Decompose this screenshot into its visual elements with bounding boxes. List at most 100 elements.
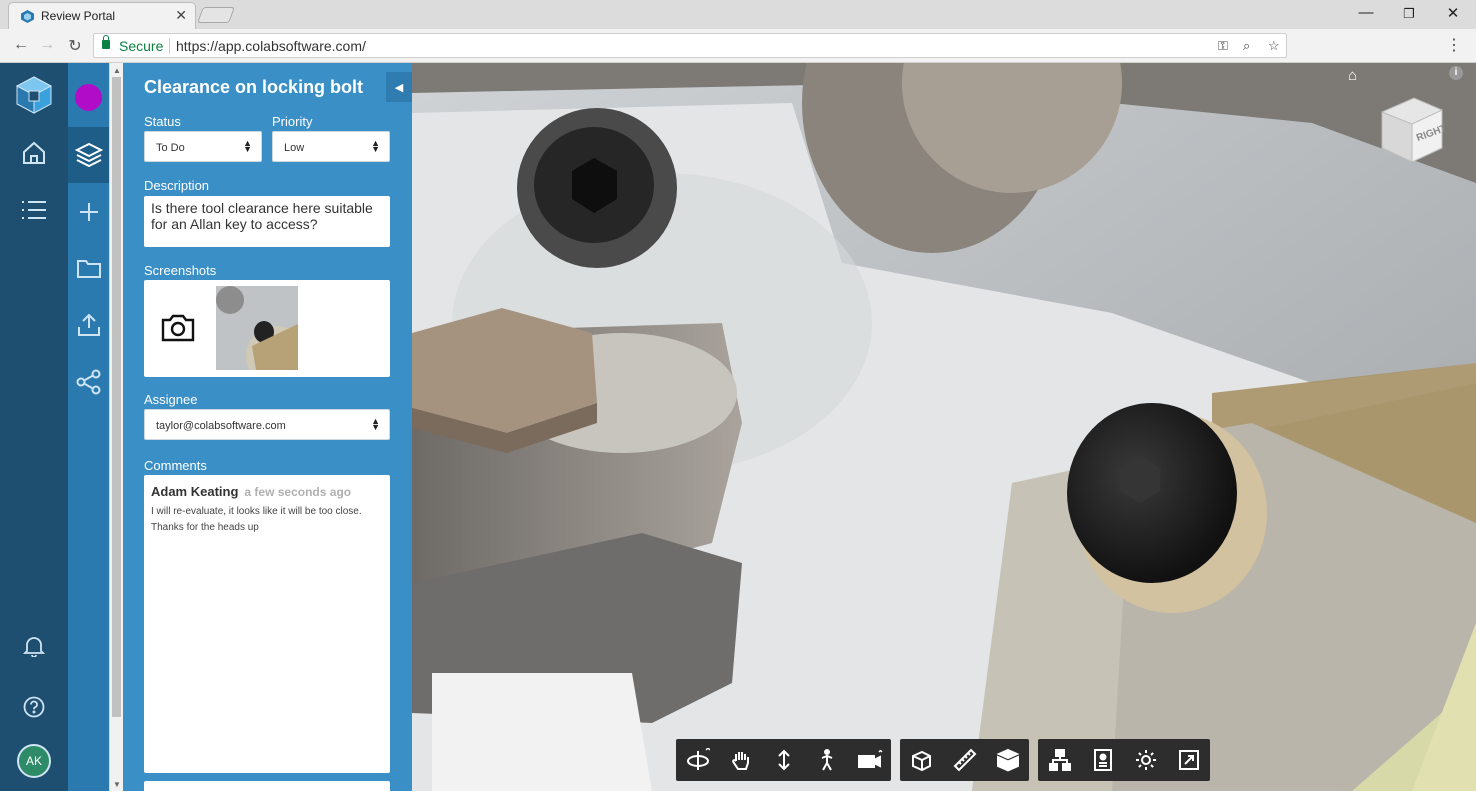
layers-icon[interactable]: [68, 127, 109, 183]
upload-icon[interactable]: [68, 297, 109, 353]
section-cube-icon: [911, 750, 931, 772]
issue-panel: Clearance on locking bolt ◀ Status To Do…: [123, 63, 412, 801]
secure-label: Secure: [119, 38, 164, 54]
select-arrows-icon: ▲ ▼: [371, 416, 380, 432]
add-icon[interactable]: [68, 184, 109, 240]
comments-box: Adam Keating a few seconds ago I will re-…: [144, 475, 390, 773]
hand-icon: [731, 752, 749, 770]
fullscreen-button[interactable]: [1167, 739, 1210, 781]
zoom-arrows-icon: [777, 749, 790, 771]
comments-label: Comments: [144, 458, 207, 473]
properties-button[interactable]: [1081, 739, 1124, 781]
divider: [169, 38, 170, 54]
comment-item: Adam Keating a few seconds ago I will re-…: [151, 483, 383, 536]
section-tool-button[interactable]: [900, 739, 943, 781]
forward-icon[interactable]: →: [37, 36, 57, 54]
help-icon[interactable]: [0, 679, 68, 735]
close-tab-icon[interactable]: ✕: [175, 7, 187, 24]
walk-tool-button[interactable]: [805, 739, 848, 781]
back-icon[interactable]: ←: [11, 36, 31, 54]
project-color-dot[interactable]: [68, 69, 109, 125]
select-arrows-icon: ▲ ▼: [243, 138, 252, 154]
orbit-tool-button[interactable]: [676, 739, 719, 781]
bookmark-star-icon[interactable]: ☆: [1268, 38, 1280, 54]
bell-icon[interactable]: [0, 618, 68, 674]
fullscreen-icon: [1178, 750, 1199, 770]
secondary-rail: [68, 63, 109, 791]
gear-icon: [1135, 750, 1156, 770]
tab-title: Review Portal: [41, 9, 116, 23]
browser-tab[interactable]: Review Portal ✕: [8, 2, 196, 29]
explode-tool-button[interactable]: [986, 739, 1029, 781]
panel-scrollbar[interactable]: ▲ ▼: [109, 63, 123, 791]
model-toolbar: [900, 739, 1029, 781]
primary-rail: AK: [0, 63, 68, 791]
home-view-icon[interactable]: ⌂: [1348, 67, 1357, 84]
scroll-up-icon[interactable]: ▲: [113, 66, 121, 75]
zoom-tool-button[interactable]: [762, 739, 805, 781]
priority-value: Low: [284, 142, 305, 154]
scroll-down-icon[interactable]: ▼: [113, 780, 121, 789]
user-avatar[interactable]: AK: [0, 733, 68, 789]
model-browser-button[interactable]: [1038, 739, 1081, 781]
description-field[interactable]: Is there tool clearance here suitable fo…: [144, 196, 390, 247]
assignee-select[interactable]: taylor@colabsoftware.com ▲ ▼: [144, 409, 390, 440]
comment-input[interactable]: [144, 781, 390, 801]
avatar-initials: AK: [17, 744, 51, 778]
pan-tool-button[interactable]: [719, 739, 762, 781]
status-select[interactable]: To Do ▲ ▼: [144, 131, 262, 162]
scroll-thumb[interactable]: [112, 77, 121, 717]
status-label: Status: [144, 114, 181, 129]
browser-toolbar: ← → ↻ Secure https://app.colabsoftware.c…: [0, 29, 1476, 63]
properties-icon: [1093, 749, 1112, 771]
camera-icon[interactable]: [160, 313, 196, 343]
settings-button[interactable]: [1124, 739, 1167, 781]
explode-icon: [996, 748, 1019, 772]
person-icon: [821, 749, 832, 771]
tab-strip: Review Portal ✕ — ❐ ✕: [0, 0, 1476, 29]
settings-toolbar: [1038, 739, 1210, 781]
description-label: Description: [144, 178, 210, 193]
comment-text: I will re-evaluate, it looks like it wil…: [151, 506, 362, 533]
comment-time: a few seconds ago: [244, 485, 352, 499]
navigation-toolbar: [676, 739, 891, 781]
zoom-icon[interactable]: ⌕: [1243, 38, 1250, 54]
reload-icon[interactable]: ↻: [65, 36, 85, 56]
camera-tool-button[interactable]: [848, 739, 891, 781]
3d-viewport[interactable]: ⌂ i RIGHT: [412, 63, 1476, 791]
folder-icon[interactable]: [68, 240, 109, 296]
restore-icon[interactable]: ❐: [1389, 6, 1429, 22]
browser-menu-icon[interactable]: ⋮: [1446, 35, 1462, 55]
colab-logo-icon[interactable]: [0, 67, 68, 123]
collapse-panel-button[interactable]: ◀: [386, 72, 412, 102]
screenshots-box: [144, 280, 390, 377]
select-arrows-icon: ▲ ▼: [371, 138, 380, 154]
screenshot-image: [216, 286, 298, 370]
lock-icon: [102, 35, 110, 49]
url-host: app.colabsoftware.com/: [218, 38, 366, 54]
cad-model-render: [412, 63, 1476, 791]
priority-select[interactable]: Low ▲ ▼: [272, 131, 390, 162]
new-tab-button[interactable]: [197, 7, 235, 23]
colab-favicon-icon: [21, 10, 34, 23]
info-icon[interactable]: i: [1449, 66, 1463, 80]
close-window-icon[interactable]: ✕: [1433, 4, 1473, 22]
key-icon[interactable]: ⚿: [1218, 38, 1228, 54]
status-value: To Do: [156, 142, 185, 154]
view-cube[interactable]: RIGHT: [1380, 96, 1448, 164]
video-camera-icon: [857, 750, 883, 768]
minimize-icon[interactable]: —: [1346, 4, 1386, 21]
browser-chrome: Review Portal ✕ — ❐ ✕ ← → ↻ Secure https…: [0, 0, 1476, 63]
issue-title[interactable]: Clearance on locking bolt: [144, 77, 363, 98]
address-bar[interactable]: Secure https://app.colabsoftware.com/ ⚿ …: [93, 33, 1287, 58]
measure-tool-button[interactable]: [943, 739, 986, 781]
orbit-icon: [686, 748, 710, 770]
url-scheme: https://: [176, 38, 219, 54]
assignee-value: taylor@colabsoftware.com: [156, 420, 286, 432]
home-icon[interactable]: [0, 125, 68, 181]
share-icon[interactable]: [68, 354, 109, 410]
screenshot-thumbnail[interactable]: [216, 286, 298, 370]
list-icon[interactable]: [0, 182, 68, 238]
url-text[interactable]: https://app.colabsoftware.com/: [176, 38, 366, 54]
comment-author[interactable]: Adam Keating: [151, 484, 238, 499]
